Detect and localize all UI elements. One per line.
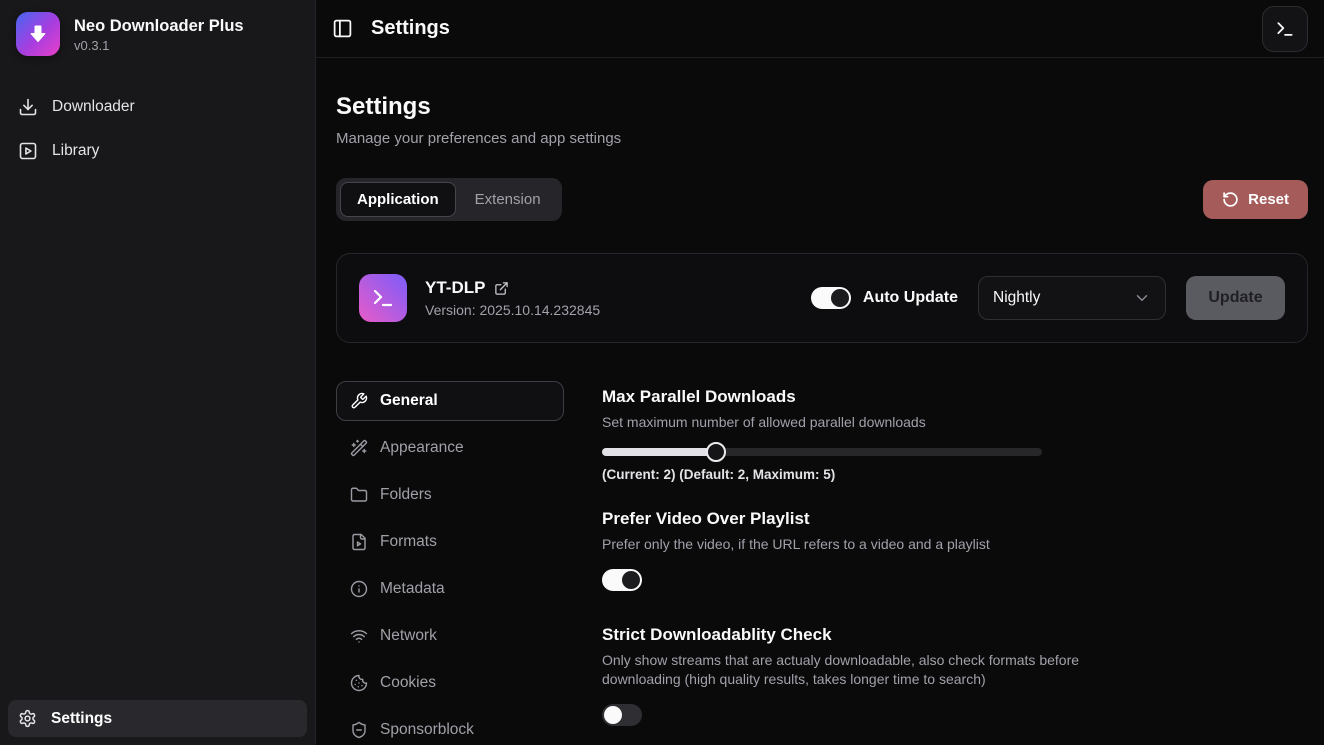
chevron-down-icon — [1133, 289, 1151, 307]
rotate-ccw-icon — [1222, 191, 1239, 208]
terminal-icon — [1275, 19, 1295, 39]
settings-nav-sponsorblock[interactable]: Sponsorblock — [336, 710, 564, 745]
shield-minus-icon — [350, 721, 368, 739]
ytdlp-controls: Auto Update Nightly Update — [811, 276, 1285, 320]
wand-sparkles-icon — [350, 439, 368, 457]
external-link-icon[interactable] — [494, 281, 509, 296]
slider-fill — [602, 448, 716, 456]
sidebar-item-label: Downloader — [52, 98, 135, 116]
info-icon — [350, 580, 368, 598]
download-icon — [18, 97, 38, 117]
max-parallel-slider[interactable] — [602, 442, 1042, 462]
ytdlp-version: Version: 2025.10.14.232845 — [425, 302, 600, 318]
toggle-knob — [604, 706, 622, 724]
settings-controls: Max Parallel Downloads Set maximum numbe… — [602, 381, 1308, 745]
settings-nav-label: Formats — [380, 533, 437, 551]
update-button[interactable]: Update — [1186, 276, 1285, 320]
ytdlp-card: YT-DLP Version: 2025.10.14.232845 Auto U… — [336, 253, 1308, 343]
settings-nav-formats[interactable]: Formats — [336, 522, 564, 562]
settings-nav-network[interactable]: Network — [336, 616, 564, 656]
strict-check-toggle[interactable] — [602, 704, 642, 726]
main-area: Settings Settings Manage your preference… — [316, 0, 1324, 745]
slider-thumb[interactable] — [706, 442, 726, 462]
settings-nav-metadata[interactable]: Metadata — [336, 569, 564, 609]
sidebar-item-downloader[interactable]: Downloader — [8, 88, 307, 126]
setting-max-parallel-downloads: Max Parallel Downloads Set maximum numbe… — [602, 386, 1308, 482]
ytdlp-info: YT-DLP Version: 2025.10.14.232845 — [425, 278, 600, 318]
tab-application[interactable]: Application — [340, 182, 456, 217]
settings-nav: General Appearance — [336, 381, 564, 745]
settings-nav-label: Cookies — [380, 674, 436, 692]
setting-description: Only show streams that are actualy downl… — [602, 651, 1142, 688]
setting-strict-check: Strict Downloadablity Check Only show st… — [602, 624, 1308, 726]
setting-description: Prefer only the video, if the URL refers… — [602, 535, 1308, 554]
settings-nav-folders[interactable]: Folders — [336, 475, 564, 515]
sidebar: Neo Downloader Plus v0.3.1 Downloader Li… — [0, 0, 316, 745]
sidebar-item-label: Settings — [51, 710, 112, 728]
ytdlp-terminal-icon — [359, 274, 407, 322]
settings-page: Settings Manage your preferences and app… — [316, 58, 1324, 745]
settings-nav-label: Appearance — [380, 439, 464, 457]
page-title: Settings — [336, 93, 1308, 121]
panel-left-icon — [332, 18, 353, 39]
settings-nav-general[interactable]: General — [336, 381, 564, 421]
terminal-button[interactable] — [1262, 6, 1308, 52]
ytdlp-name: YT-DLP — [425, 278, 485, 298]
toggle-knob — [622, 571, 640, 589]
slider-meta: (Current: 2) (Default: 2, Maximum: 5) — [602, 467, 1308, 482]
sidebar-item-label: Library — [52, 142, 99, 160]
wifi-icon — [350, 627, 368, 645]
sidebar-item-settings[interactable]: Settings — [8, 700, 307, 737]
reset-button-label: Reset — [1248, 191, 1289, 208]
download-arrow-icon — [26, 22, 50, 46]
setting-description: Set maximum number of allowed parallel d… — [602, 413, 1308, 432]
sidebar-nav: Downloader Library — [8, 88, 307, 170]
settings-nav-label: Metadata — [380, 580, 445, 598]
app-logo-row: Neo Downloader Plus v0.3.1 — [8, 12, 307, 56]
page-subtitle: Manage your preferences and app settings — [336, 130, 1308, 147]
setting-title: Strict Downloadablity Check — [602, 624, 1308, 645]
tab-group: Application Extension — [336, 178, 562, 221]
sidebar-item-library[interactable]: Library — [8, 132, 307, 170]
settings-nav-label: Network — [380, 627, 437, 645]
library-icon — [18, 141, 38, 161]
setting-title: Max Parallel Downloads — [602, 386, 1308, 407]
auto-update-group: Auto Update — [811, 287, 958, 309]
cookie-icon — [350, 674, 368, 692]
gear-icon — [18, 709, 37, 728]
update-channel-select[interactable]: Nightly — [978, 276, 1166, 320]
topbar-title: Settings — [371, 17, 450, 40]
tabs-row: Application Extension Reset — [336, 178, 1308, 221]
setting-title: Prefer Video Over Playlist — [602, 508, 1308, 529]
sidebar-footer: Settings — [8, 700, 307, 737]
settings-nav-label: Sponsorblock — [380, 721, 474, 739]
app-logo — [16, 12, 60, 56]
toggle-knob — [831, 289, 849, 307]
update-channel-value: Nightly — [993, 289, 1040, 307]
app-name: Neo Downloader Plus — [74, 16, 244, 36]
tab-extension[interactable]: Extension — [458, 182, 558, 217]
auto-update-toggle[interactable] — [811, 287, 851, 309]
prefer-video-toggle[interactable] — [602, 569, 642, 591]
app-title-block: Neo Downloader Plus v0.3.1 — [74, 16, 244, 53]
app-version: v0.3.1 — [74, 38, 244, 53]
settings-nav-cookies[interactable]: Cookies — [336, 663, 564, 703]
settings-grid: General Appearance — [336, 381, 1308, 745]
settings-nav-label: General — [380, 392, 438, 410]
folder-icon — [350, 486, 368, 504]
sidebar-toggle-button[interactable] — [332, 18, 353, 39]
reset-button[interactable]: Reset — [1203, 180, 1308, 219]
topbar: Settings — [316, 0, 1324, 58]
auto-update-label: Auto Update — [863, 289, 958, 307]
settings-nav-appearance[interactable]: Appearance — [336, 428, 564, 468]
setting-prefer-video: Prefer Video Over Playlist Prefer only t… — [602, 508, 1308, 592]
file-video-icon — [350, 533, 368, 551]
wrench-icon — [350, 392, 368, 410]
settings-nav-label: Folders — [380, 486, 432, 504]
